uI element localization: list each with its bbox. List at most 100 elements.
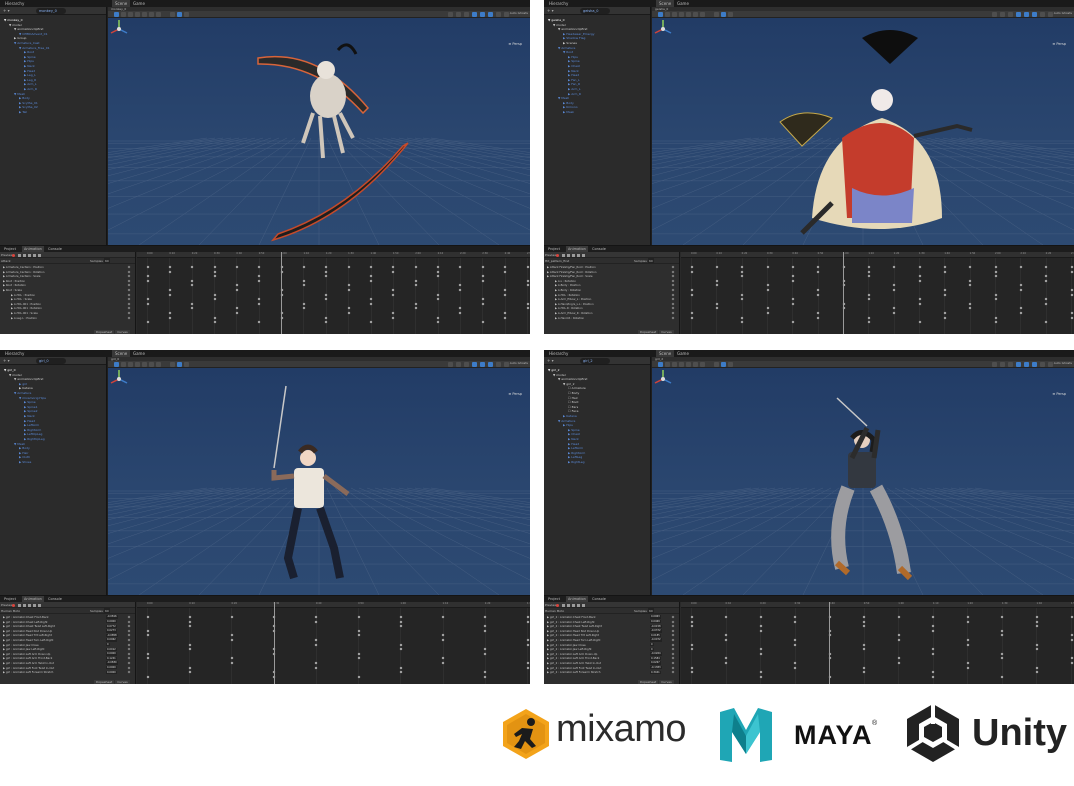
property-row[interactable]: ▶ girl_2 : Animator.Left Arm Front-Back xyxy=(547,656,599,660)
keyframe[interactable] xyxy=(1019,265,1023,269)
audio-icon[interactable] xyxy=(1016,362,1021,367)
gizmo-icon[interactable] xyxy=(1048,362,1053,367)
keyframe[interactable] xyxy=(414,302,418,306)
property-value-field[interactable]: 0 xyxy=(650,642,654,647)
keyframe[interactable] xyxy=(791,297,795,301)
keyframe[interactable] xyxy=(357,629,361,633)
keyframe[interactable] xyxy=(481,274,485,278)
keyframe[interactable] xyxy=(1000,615,1004,619)
property-value-field[interactable]: 0.0273 xyxy=(106,629,117,633)
key-toggle-icon[interactable] xyxy=(127,302,131,306)
key-toggle-icon[interactable] xyxy=(671,265,675,269)
property-value-field[interactable]: 0.0772 xyxy=(106,624,117,628)
hierarchy-item[interactable]: ▶ Neck xyxy=(568,437,579,441)
property-row[interactable]: ▶ Attack FireGhg/Fan_Root : Scale xyxy=(547,274,592,278)
audio-icon[interactable] xyxy=(1016,12,1021,17)
last-key-icon[interactable] xyxy=(38,253,41,257)
hierarchy-item[interactable]: ▼ Armature xyxy=(558,419,575,423)
property-row[interactable]: ▶ girl : Animator.Head Nod Down-Up xyxy=(3,629,52,633)
keyframe[interactable] xyxy=(724,661,728,665)
keyframe[interactable] xyxy=(436,265,440,269)
keyframe[interactable] xyxy=(968,279,972,283)
record-button[interactable] xyxy=(556,603,559,607)
add-icon[interactable]: + ▾ xyxy=(3,358,10,363)
keyframe[interactable] xyxy=(759,652,762,656)
keyframe[interactable] xyxy=(1044,320,1048,324)
record-button[interactable] xyxy=(12,603,15,607)
hierarchy-tab[interactable]: Hierarchy xyxy=(2,350,27,357)
keyframe[interactable] xyxy=(690,293,693,297)
hierarchy-item[interactable]: ▶ Shoes xyxy=(19,460,31,464)
audio-icon[interactable] xyxy=(472,12,477,17)
property-value-field[interactable]: 0 xyxy=(650,647,654,651)
rotate-tool-icon[interactable] xyxy=(672,362,677,367)
keyframe[interactable] xyxy=(483,675,487,679)
hierarchy-item[interactable]: ▶ Spine1 xyxy=(24,405,38,409)
keyframe[interactable] xyxy=(897,615,901,619)
keyframe[interactable] xyxy=(526,302,529,306)
keyframe[interactable] xyxy=(740,297,744,301)
keyframe[interactable] xyxy=(740,270,744,274)
property-value-field[interactable]: -0.0858 xyxy=(106,633,118,638)
property-row[interactable]: ▶ girl_2 : Animator.Left Foot Twist In-O… xyxy=(547,666,601,670)
property-row[interactable]: ▶ girl : Animator.Chest Front-Back xyxy=(3,615,49,619)
property-value-field[interactable]: -0.0372 xyxy=(650,629,662,633)
keyframe[interactable] xyxy=(968,265,972,269)
keyframe[interactable] xyxy=(759,615,762,619)
property-value-field[interactable]: 0.0000 xyxy=(106,619,117,624)
hierarchy-item[interactable]: ▶ LeftLeg xyxy=(568,455,582,459)
hand-tool-icon[interactable] xyxy=(658,12,663,17)
hierarchy-item[interactable]: ▼ animationclipfirst xyxy=(14,27,43,31)
hierarchy-search-input[interactable]: monkey_0 xyxy=(36,8,66,14)
hierarchy-item[interactable]: ▶ Cloth xyxy=(19,455,30,459)
property-row[interactable]: ▶ girl_2 : Animator.Head Nod Down-Up xyxy=(547,629,599,633)
keyframe[interactable] xyxy=(966,638,970,642)
keyframe[interactable] xyxy=(943,293,947,297)
property-row[interactable]: ▶ girl_2 : Animator.Chest Left-Right xyxy=(547,620,595,624)
prev-key-icon[interactable] xyxy=(567,253,570,257)
property-row[interactable]: ▶ girl_2 : Animator.Left Arm Twist In-Ou… xyxy=(547,661,601,665)
keyframe[interactable] xyxy=(1070,316,1073,320)
key-toggle-icon[interactable] xyxy=(127,615,131,619)
key-toggle-icon[interactable] xyxy=(671,288,675,292)
perspective-label[interactable]: ≡ Persp xyxy=(1052,392,1066,396)
hierarchy-item[interactable]: ▶ Arm_L xyxy=(24,82,37,86)
keyframe[interactable] xyxy=(1035,647,1039,651)
property-value-field[interactable]: 0.1584 xyxy=(650,656,661,661)
2d-toggle-icon[interactable] xyxy=(456,12,461,17)
shading-icon[interactable] xyxy=(992,12,997,17)
keyframe[interactable] xyxy=(1044,297,1048,301)
game-tab[interactable]: Game xyxy=(130,0,148,7)
keyframe[interactable] xyxy=(230,661,234,665)
keyframe[interactable] xyxy=(892,265,896,269)
keyframe[interactable] xyxy=(1044,265,1048,269)
keyframe[interactable] xyxy=(357,675,361,679)
keyframe[interactable] xyxy=(966,661,970,665)
keyframe[interactable] xyxy=(190,302,194,306)
keyframe[interactable] xyxy=(931,675,935,679)
hierarchy-item[interactable]: ▶ Spine xyxy=(568,59,580,63)
keyframe[interactable] xyxy=(188,666,192,670)
keyframe[interactable] xyxy=(526,666,529,670)
hierarchy-tab[interactable]: Hierarchy xyxy=(2,0,27,7)
keyframe[interactable] xyxy=(862,643,866,647)
move-tool-icon[interactable] xyxy=(121,12,126,17)
keyframe[interactable] xyxy=(867,270,871,274)
property-row[interactable]: ▶ girl_2 : Animator.Jaw Close xyxy=(547,643,586,647)
light-icon[interactable] xyxy=(1008,12,1013,17)
keyframe[interactable] xyxy=(816,293,820,297)
property-row[interactable]: ▶ girl_2 : Animator.Head Turn Left-Right xyxy=(547,638,600,642)
keyframe[interactable] xyxy=(436,297,440,301)
keyframe[interactable] xyxy=(867,316,871,320)
next-key-icon[interactable] xyxy=(577,253,580,257)
keyframe[interactable] xyxy=(302,283,306,287)
key-toggle-icon[interactable] xyxy=(127,656,131,660)
keyframe[interactable] xyxy=(314,666,318,670)
perspective-label[interactable]: ≡ Persp xyxy=(508,42,522,46)
keyframe[interactable] xyxy=(188,615,192,619)
property-value-field[interactable]: 0.0000 xyxy=(106,652,117,656)
property-value-field[interactable]: -0.0158 xyxy=(650,624,662,628)
hierarchy-search-input[interactable]: girl_0 xyxy=(36,358,66,364)
next-key-icon[interactable] xyxy=(33,603,36,607)
property-row[interactable]: ▶ girl_2 : Animator.Left Arm Down-Up xyxy=(547,652,597,656)
